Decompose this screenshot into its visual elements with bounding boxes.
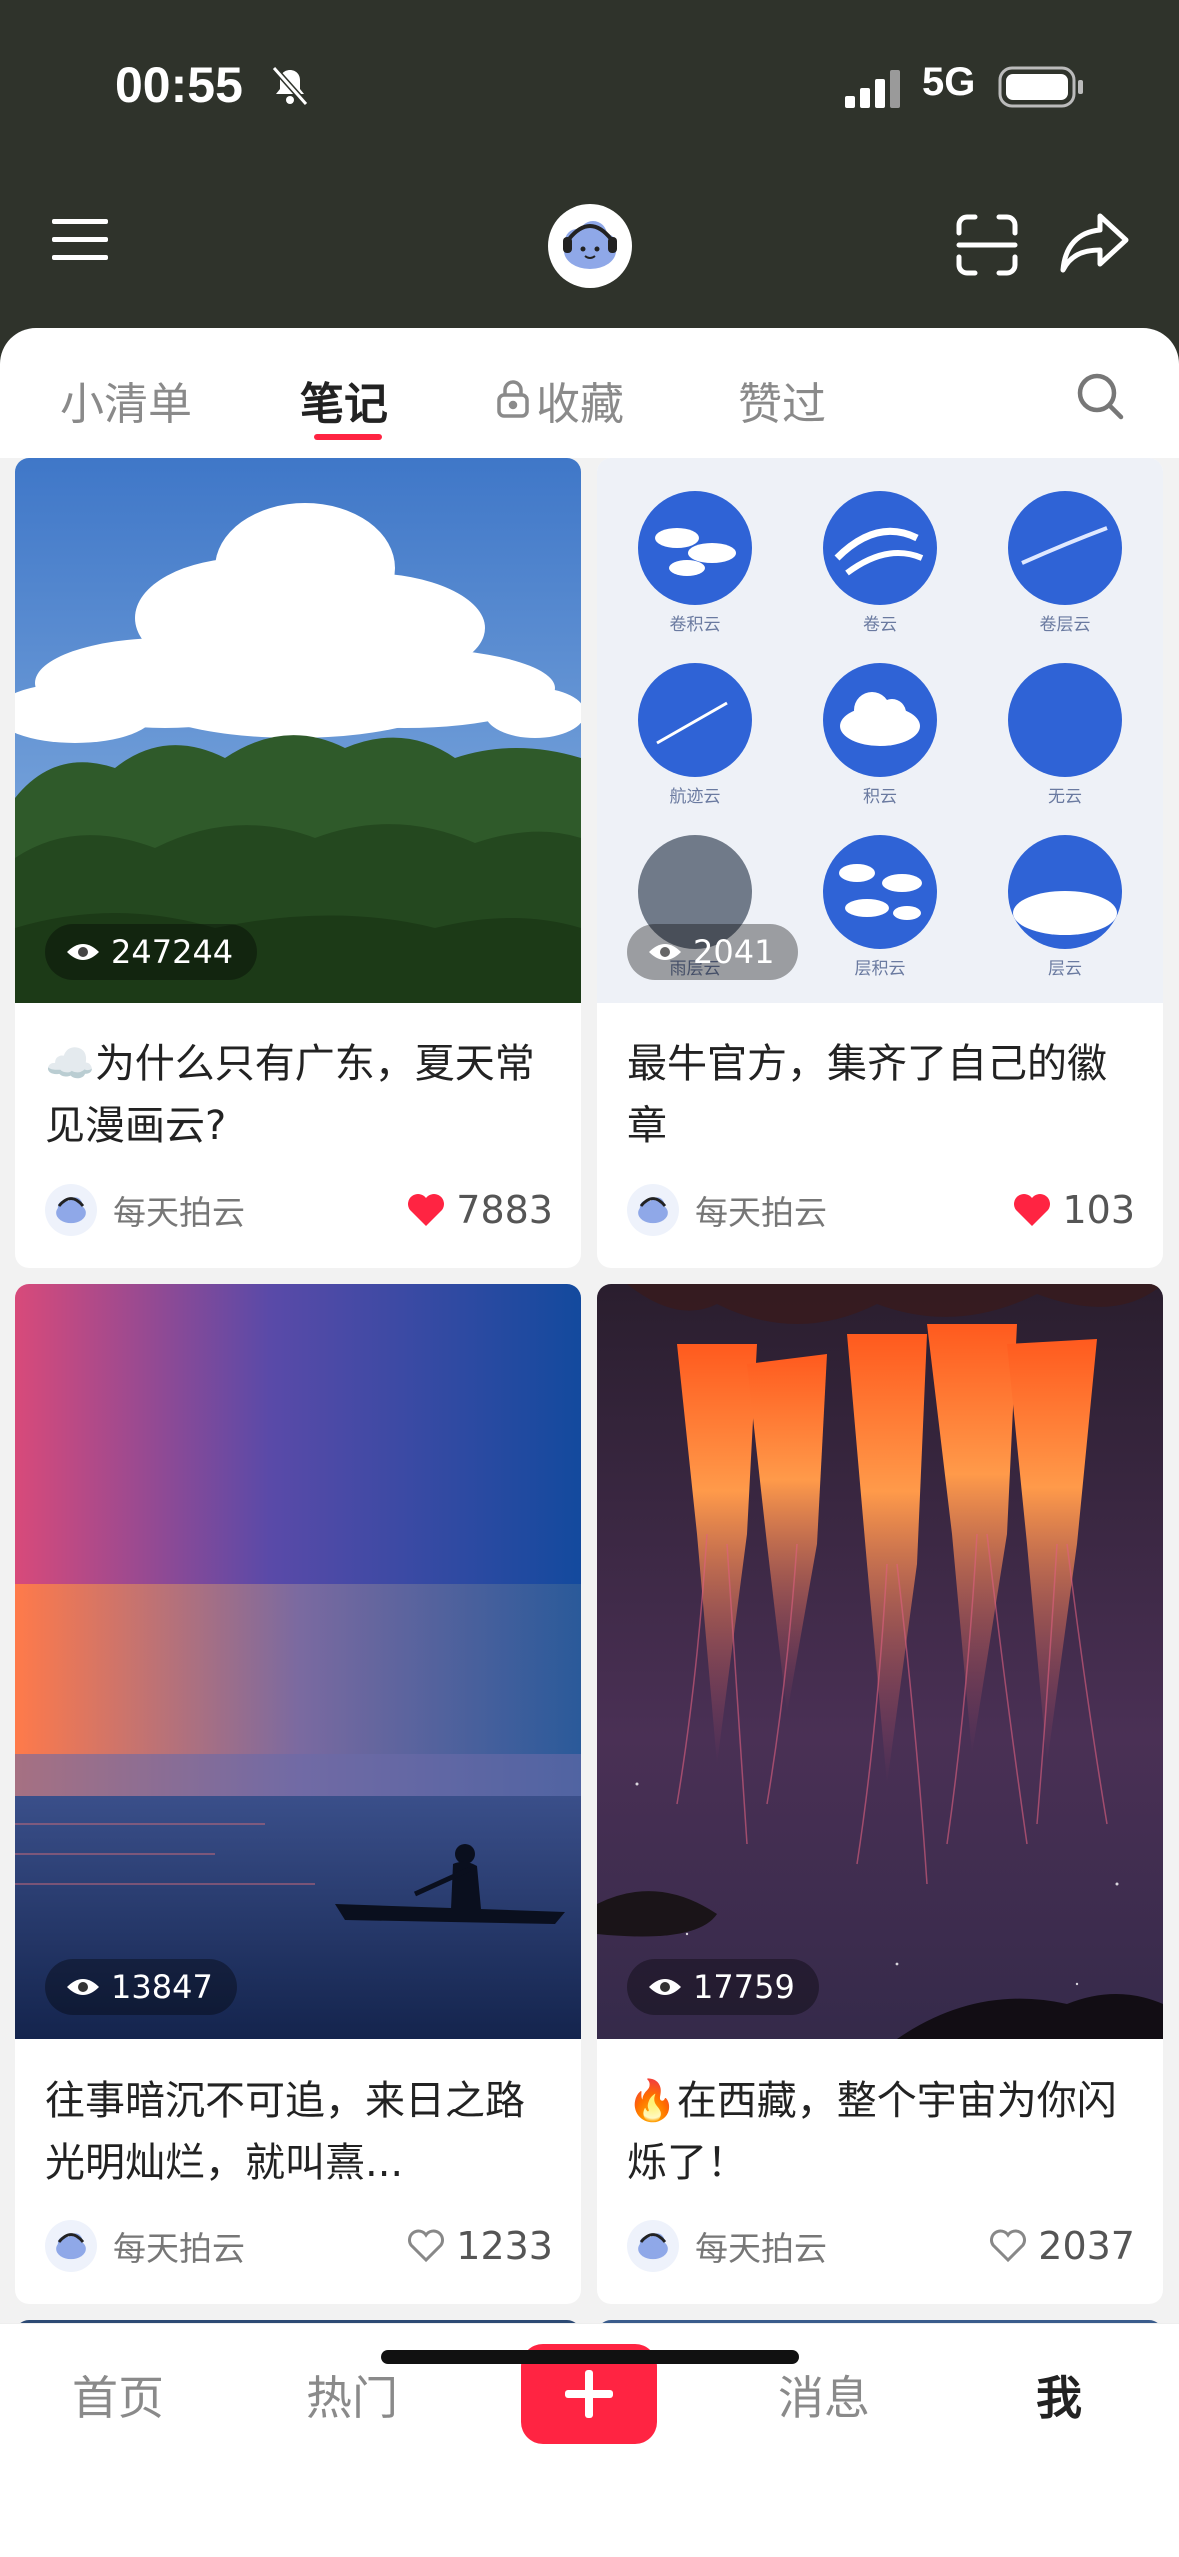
notes-feed[interactable]: 247244 ☁️为什么只有广东，夏天常见漫画云? 每天拍云 7883 卷积云 — [0, 458, 1179, 2323]
scan-icon[interactable] — [955, 213, 1019, 281]
silent-mode-icon — [268, 64, 312, 112]
author-avatar[interactable] — [627, 2220, 679, 2272]
active-tab-indicator — [314, 434, 382, 440]
heart-outline-icon — [408, 2229, 445, 2263]
nav-messages[interactable]: 消息 — [778, 2362, 870, 2428]
fire-emoji: 🔥 — [627, 2078, 677, 2124]
svg-text:层积云: 层积云 — [855, 959, 906, 979]
view-count-badge: 13847 — [45, 1959, 237, 2015]
home-indicator — [381, 2350, 799, 2364]
author-avatar[interactable] — [627, 1184, 679, 1236]
like-count: 103 — [1062, 1188, 1135, 1232]
user-avatar[interactable] — [548, 204, 632, 288]
tab-favorites-label: 收藏 — [536, 379, 624, 430]
nav-home[interactable]: 首页 — [72, 2362, 164, 2428]
nav-trending[interactable]: 热门 — [306, 2362, 398, 2428]
svg-text:积云: 积云 — [863, 787, 897, 807]
profile-header: 00:55 5G — [0, 0, 1179, 380]
note-meta: 每天拍云 2037 — [627, 2218, 1135, 2274]
cellular-signal-icon — [845, 68, 905, 112]
like-button[interactable]: 2037 — [988, 2224, 1135, 2268]
note-meta: 每天拍云 1233 — [45, 2218, 553, 2274]
search-icon[interactable] — [1075, 371, 1125, 425]
note-meta: 每天拍云 7883 — [45, 1182, 553, 1238]
note-title: 🔥在西藏，整个宇宙为你闪烁了！ — [627, 2078, 1117, 2186]
svg-text:航迹云: 航迹云 — [670, 787, 721, 807]
like-button[interactable]: 1233 — [406, 2224, 553, 2268]
like-count: 2037 — [1038, 2224, 1135, 2268]
note-card[interactable]: 17759 🔥在西藏，整个宇宙为你闪烁了！ 每天拍云 2037 — [597, 1284, 1163, 2304]
heart-filled-icon — [408, 1194, 445, 1226]
view-count: 17759 — [693, 1968, 795, 2006]
plus-icon — [565, 2370, 613, 2418]
note-title: 往事暗沉不可追，来日之路光明灿烂，就叫熹... — [45, 2078, 525, 2186]
svg-text:层云: 层云 — [1048, 959, 1082, 979]
note-cover-image — [597, 1284, 1163, 2039]
note-meta: 每天拍云 103 — [627, 1182, 1135, 1238]
note-cover-image — [15, 1284, 581, 2039]
note-card[interactable]: 13847 往事暗沉不可追，来日之路光明灿烂，就叫熹... 每天拍云 1233 — [15, 1284, 581, 2304]
heart-filled-icon — [1014, 1194, 1051, 1226]
tab-list[interactable]: 小清单 — [60, 368, 192, 432]
note-card[interactable]: 卷积云 卷云 卷层云 航迹云 积云 无云 雨层云 层积云 层云 2041 最牛官… — [597, 458, 1163, 1268]
profile-tabs: 小清单 笔记 收藏 赞过 — [0, 328, 1179, 458]
note-title: 最牛官方，集齐了自己的徽章 — [627, 1041, 1107, 1149]
author-name[interactable]: 每天拍云 — [113, 1186, 406, 1234]
note-cover-image: 卷积云 卷云 卷层云 航迹云 积云 无云 雨层云 层积云 层云 — [597, 458, 1163, 1003]
tab-favorites[interactable]: 收藏 — [496, 368, 624, 432]
heart-outline-icon — [990, 2229, 1027, 2263]
eye-icon — [649, 1979, 681, 1995]
note-card[interactable]: 247244 ☁️为什么只有广东，夏天常见漫画云? 每天拍云 7883 — [15, 458, 581, 1268]
share-icon[interactable] — [1060, 210, 1130, 278]
eye-icon — [67, 1979, 99, 1995]
view-count: 2041 — [693, 933, 775, 971]
view-count-badge: 17759 — [627, 1959, 819, 2015]
note-title: ☁️为什么只有广东，夏天常见漫画云? — [45, 1041, 535, 1149]
like-button[interactable]: 103 — [1012, 1188, 1135, 1232]
like-button[interactable]: 7883 — [406, 1188, 553, 1232]
svg-text:卷层云: 卷层云 — [1040, 615, 1091, 635]
author-name[interactable]: 每天拍云 — [695, 1186, 1012, 1234]
nav-me[interactable]: 我 — [1036, 2362, 1082, 2428]
menu-icon[interactable] — [50, 215, 112, 269]
like-count: 7883 — [456, 1188, 553, 1232]
view-count: 247244 — [111, 933, 234, 971]
view-count-badge: 247244 — [45, 924, 258, 980]
view-count-badge: 2041 — [627, 924, 799, 980]
like-count: 1233 — [456, 2224, 553, 2268]
note-cover-image — [15, 458, 581, 1003]
network-type: 5G — [922, 60, 976, 104]
tab-notes[interactable]: 笔记 — [300, 368, 388, 432]
view-count: 13847 — [111, 1968, 213, 2006]
tab-liked[interactable]: 赞过 — [738, 368, 826, 432]
author-name[interactable]: 每天拍云 — [695, 2222, 988, 2270]
lock-icon — [496, 379, 530, 430]
svg-text:无云: 无云 — [1048, 787, 1082, 807]
eye-icon — [649, 944, 681, 960]
author-avatar[interactable] — [45, 2220, 97, 2272]
author-avatar[interactable] — [45, 1184, 97, 1236]
status-time: 00:55 — [115, 57, 243, 113]
svg-text:卷云: 卷云 — [863, 615, 897, 635]
author-name[interactable]: 每天拍云 — [113, 2222, 406, 2270]
cloud-emoji: ☁️ — [45, 1041, 95, 1087]
battery-icon — [998, 66, 1084, 112]
svg-text:卷积云: 卷积云 — [670, 615, 721, 635]
eye-icon — [67, 944, 99, 960]
